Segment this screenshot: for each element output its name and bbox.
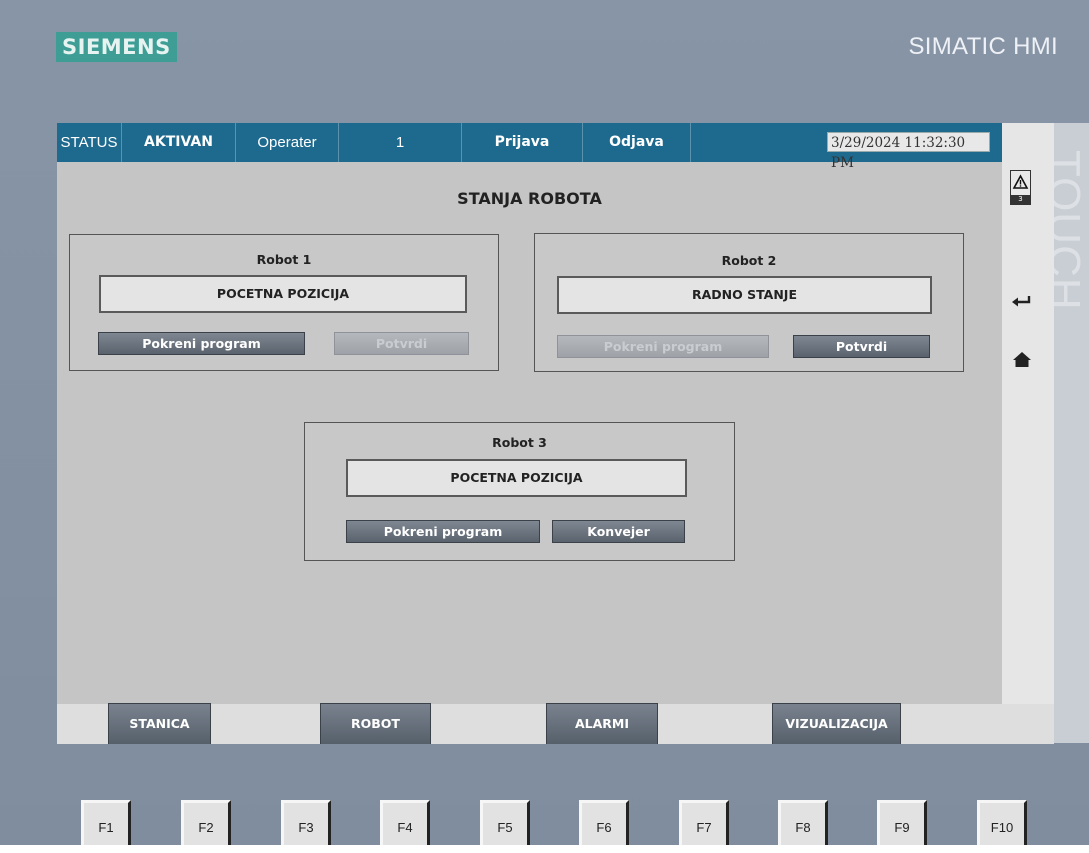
status-label: STATUS [57, 123, 122, 162]
function-key-f10[interactable]: F10 [977, 800, 1027, 845]
robot-1-state: POCETNA POZICIJA [99, 275, 467, 313]
robot-1-title: Robot 1 [256, 252, 312, 267]
nav-robot-button[interactable]: ROBOT [320, 703, 431, 744]
return-icon[interactable] [1010, 291, 1034, 311]
robot-3-conveyor-button[interactable]: Konvejer [552, 520, 685, 543]
nav-vizualizacija-button[interactable]: VIZUALIZACIJA [772, 703, 901, 744]
function-key-f1[interactable]: F1 [81, 800, 131, 845]
function-key-f2[interactable]: F2 [181, 800, 231, 845]
robot-1-panel: Robot 1 POCETNA POZICIJA Pokreni program… [69, 234, 499, 371]
logout-button[interactable]: Odjava [583, 123, 691, 162]
nav-alarmi-button[interactable]: ALARMI [546, 703, 658, 744]
siemens-logo: SIEMENS [56, 32, 177, 62]
alarm-indicator-button[interactable]: 3 [1010, 170, 1031, 205]
robot-1-confirm-button[interactable]: Potvrdi [334, 332, 469, 355]
function-key-f6[interactable]: F6 [579, 800, 629, 845]
robot-3-title: Robot 3 [492, 435, 547, 450]
home-icon[interactable] [1010, 349, 1034, 369]
function-key-f4[interactable]: F4 [380, 800, 430, 845]
hmi-screen: STATUS AKTIVAN Operater 1 Prijava Odjava… [57, 123, 1054, 744]
robot-2-panel: Robot 2 RADNO STANJE Pokreni program Pot… [534, 233, 964, 372]
function-key-f3[interactable]: F3 [281, 800, 331, 845]
status-bar: STATUS AKTIVAN Operater 1 Prijava Odjava… [57, 123, 1002, 171]
alarm-count-badge: 3 [1011, 195, 1030, 204]
robot-3-state: POCETNA POZICIJA [346, 459, 687, 497]
robot-3-panel: Robot 3 POCETNA POZICIJA Pokreni program… [304, 422, 735, 561]
robot-2-confirm-button[interactable]: Potvrdi [793, 335, 930, 358]
login-button[interactable]: Prijava [462, 123, 583, 162]
robot-2-start-program-button[interactable]: Pokreni program [557, 335, 769, 358]
robot-1-start-program-button[interactable]: Pokreni program [98, 332, 305, 355]
function-key-f5[interactable]: F5 [480, 800, 530, 845]
status-value: AKTIVAN [122, 123, 236, 162]
page-title: STANJA ROBOTA [457, 189, 602, 208]
function-key-f9[interactable]: F9 [877, 800, 927, 845]
datetime-display: 3/29/2024 11:32:30 PM [827, 132, 990, 171]
side-panel [1002, 123, 1054, 704]
robot-3-start-program-button[interactable]: Pokreni program [346, 520, 540, 543]
robot-2-state: RADNO STANJE [557, 276, 932, 314]
robot-2-title: Robot 2 [721, 253, 777, 268]
function-key-f7[interactable]: F7 [679, 800, 729, 845]
user-value: 1 [339, 123, 462, 162]
user-label: Operater [236, 123, 339, 162]
simatic-hmi-label: SIMATIC HMI [908, 33, 1058, 60]
nav-stanica-button[interactable]: STANICA [108, 703, 211, 744]
alarm-icon [1012, 174, 1029, 189]
function-key-f8[interactable]: F8 [778, 800, 828, 845]
